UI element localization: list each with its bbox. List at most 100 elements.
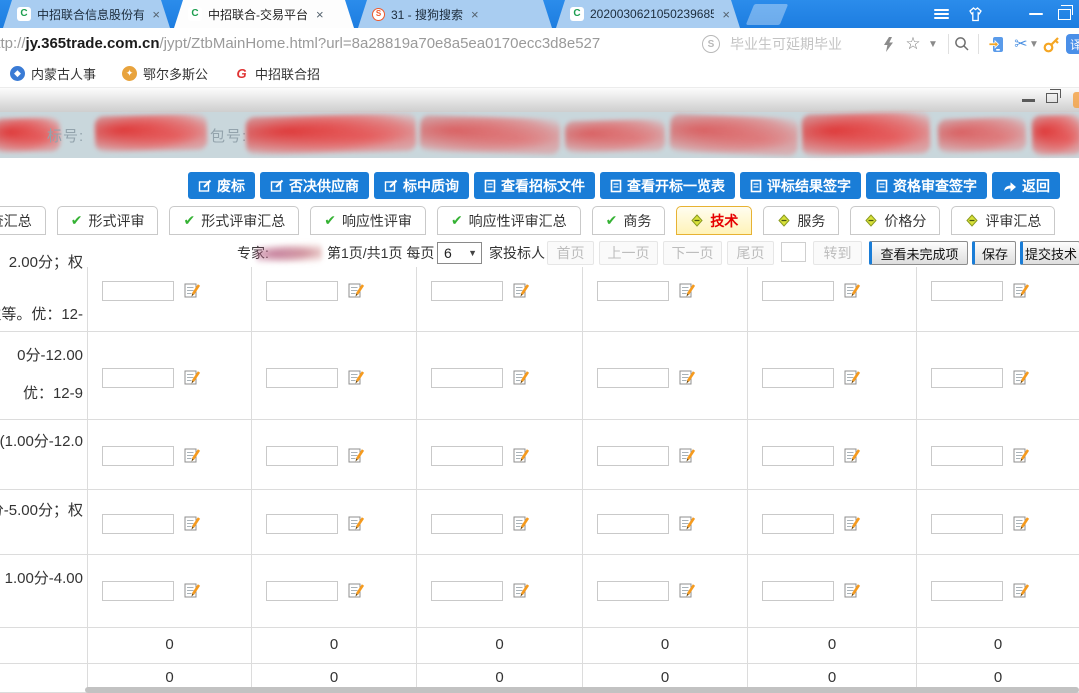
- browser-tab-4[interactable]: C 2020030621050239685 ×: [556, 0, 740, 28]
- password-key-icon[interactable]: [1040, 28, 1062, 60]
- edit-note-icon[interactable]: [844, 582, 861, 599]
- score-input[interactable]: [762, 581, 834, 601]
- search-input[interactable]: 毕业生可延期毕业: [730, 28, 842, 60]
- tab-close-icon[interactable]: ×: [152, 7, 160, 22]
- horizontal-scrollbar[interactable]: [85, 687, 1079, 693]
- view-bid-opening-list-button[interactable]: 查看开标一览表: [600, 172, 735, 199]
- tab-jishu-active[interactable]: 技术: [676, 206, 752, 235]
- tab-shangwu[interactable]: ✔商务: [592, 206, 666, 235]
- address-bar[interactable]: http://jy.365trade.com.cn/jypt/ZtbMainHo…: [0, 28, 1079, 61]
- edit-note-icon[interactable]: [679, 582, 696, 599]
- edit-note-icon[interactable]: [844, 447, 861, 464]
- edit-note-icon[interactable]: [513, 447, 530, 464]
- eval-result-sign-button[interactable]: 评标结果签字: [740, 172, 861, 199]
- bookmark-zhongzhao[interactable]: G 中招联合招: [234, 64, 320, 83]
- score-input[interactable]: [102, 446, 174, 466]
- edit-note-icon[interactable]: [513, 282, 530, 299]
- score-input[interactable]: [597, 281, 669, 301]
- score-input[interactable]: [931, 581, 1003, 601]
- score-input[interactable]: [931, 446, 1003, 466]
- lightning-icon[interactable]: [878, 28, 898, 60]
- browser-tab-3[interactable]: S 31 - 搜狗搜索 ×: [358, 0, 552, 28]
- tab-xiangyingxing-pingshen[interactable]: ✔响应性评审: [310, 206, 426, 235]
- goto-button[interactable]: 转到: [813, 241, 862, 265]
- edit-note-icon[interactable]: [513, 582, 530, 599]
- menu-hamburger-icon[interactable]: [928, 0, 954, 28]
- score-input[interactable]: [597, 514, 669, 534]
- edit-note-icon[interactable]: [348, 282, 365, 299]
- score-input[interactable]: [931, 368, 1003, 388]
- score-input[interactable]: [266, 581, 338, 601]
- edit-note-icon[interactable]: [1013, 582, 1030, 599]
- translate-icon[interactable]: 译: [1064, 28, 1079, 60]
- score-input[interactable]: [762, 446, 834, 466]
- edit-note-icon[interactable]: [679, 282, 696, 299]
- edit-note-icon[interactable]: [679, 515, 696, 532]
- edit-note-icon[interactable]: [184, 582, 201, 599]
- tab-close-icon[interactable]: ×: [471, 7, 479, 22]
- restore-icon[interactable]: [1052, 0, 1076, 28]
- score-input[interactable]: [931, 281, 1003, 301]
- edit-note-icon[interactable]: [348, 582, 365, 599]
- bookmark-eerduosi[interactable]: ✦ 鄂尔多斯公: [122, 64, 208, 83]
- edit-note-icon[interactable]: [184, 447, 201, 464]
- edit-note-icon[interactable]: [1013, 369, 1030, 386]
- tab-shencha-huizong[interactable]: ✔审查汇总: [0, 206, 46, 235]
- score-input[interactable]: [431, 368, 503, 388]
- tab-xingshi-pingshen[interactable]: ✔形式评审: [57, 206, 159, 235]
- browser-tab-1[interactable]: C 中招联合信息股份有限公 ×: [3, 0, 170, 28]
- edit-note-icon[interactable]: [844, 515, 861, 532]
- void-bid-button[interactable]: 废标: [188, 172, 255, 199]
- inner-minimize-icon[interactable]: [1022, 99, 1035, 102]
- score-input[interactable]: [431, 514, 503, 534]
- search-icon[interactable]: [949, 28, 975, 60]
- edit-note-icon[interactable]: [1013, 515, 1030, 532]
- score-input[interactable]: [931, 514, 1003, 534]
- minimize-icon[interactable]: [1024, 0, 1048, 28]
- view-unfinished-button[interactable]: 查看未完成项: [869, 241, 968, 265]
- score-input[interactable]: [266, 281, 338, 301]
- score-input[interactable]: [597, 446, 669, 466]
- prev-page-button[interactable]: 上一页: [599, 241, 658, 265]
- score-input[interactable]: [266, 514, 338, 534]
- score-input[interactable]: [597, 368, 669, 388]
- score-input[interactable]: [266, 446, 338, 466]
- score-input[interactable]: [762, 514, 834, 534]
- inner-close-icon[interactable]: [1073, 92, 1079, 108]
- favorite-star-icon[interactable]: ☆: [902, 28, 924, 60]
- score-input[interactable]: [597, 581, 669, 601]
- score-input[interactable]: [431, 281, 503, 301]
- theme-shirt-icon[interactable]: [962, 0, 988, 28]
- chevron-down-icon[interactable]: ▼: [1029, 28, 1039, 60]
- edit-note-icon[interactable]: [844, 369, 861, 386]
- new-tab-button[interactable]: [746, 4, 788, 25]
- send-to-phone-icon[interactable]: [984, 28, 1008, 60]
- save-button[interactable]: 保存: [972, 241, 1016, 265]
- score-input[interactable]: [102, 514, 174, 534]
- score-input[interactable]: [762, 281, 834, 301]
- edit-note-icon[interactable]: [1013, 447, 1030, 464]
- tab-xiangyingxing-huizong[interactable]: ✔响应性评审汇总: [437, 206, 581, 235]
- edit-note-icon[interactable]: [679, 447, 696, 464]
- edit-note-icon[interactable]: [184, 369, 201, 386]
- page-size-select[interactable]: 6▼: [437, 242, 482, 264]
- score-input[interactable]: [431, 581, 503, 601]
- tab-fuwu[interactable]: 服务: [763, 206, 839, 235]
- edit-note-icon[interactable]: [348, 369, 365, 386]
- edit-note-icon[interactable]: [844, 282, 861, 299]
- score-input[interactable]: [102, 281, 174, 301]
- first-page-button[interactable]: 首页: [547, 241, 594, 265]
- edit-note-icon[interactable]: [184, 282, 201, 299]
- next-page-button[interactable]: 下一页: [663, 241, 722, 265]
- inner-restore-icon[interactable]: [1046, 93, 1058, 103]
- chevron-down-icon[interactable]: ▼: [926, 28, 940, 60]
- score-input[interactable]: [102, 581, 174, 601]
- edit-note-icon[interactable]: [348, 447, 365, 464]
- screenshot-scissors-icon[interactable]: ✂: [1012, 28, 1030, 60]
- bookmark-neimenggu[interactable]: ◆ 内蒙古人事: [10, 64, 96, 83]
- tab-close-icon[interactable]: ×: [722, 7, 730, 22]
- return-button[interactable]: 返回: [992, 172, 1060, 199]
- score-input[interactable]: [102, 368, 174, 388]
- edit-note-icon[interactable]: [1013, 282, 1030, 299]
- goto-page-input[interactable]: [781, 242, 806, 262]
